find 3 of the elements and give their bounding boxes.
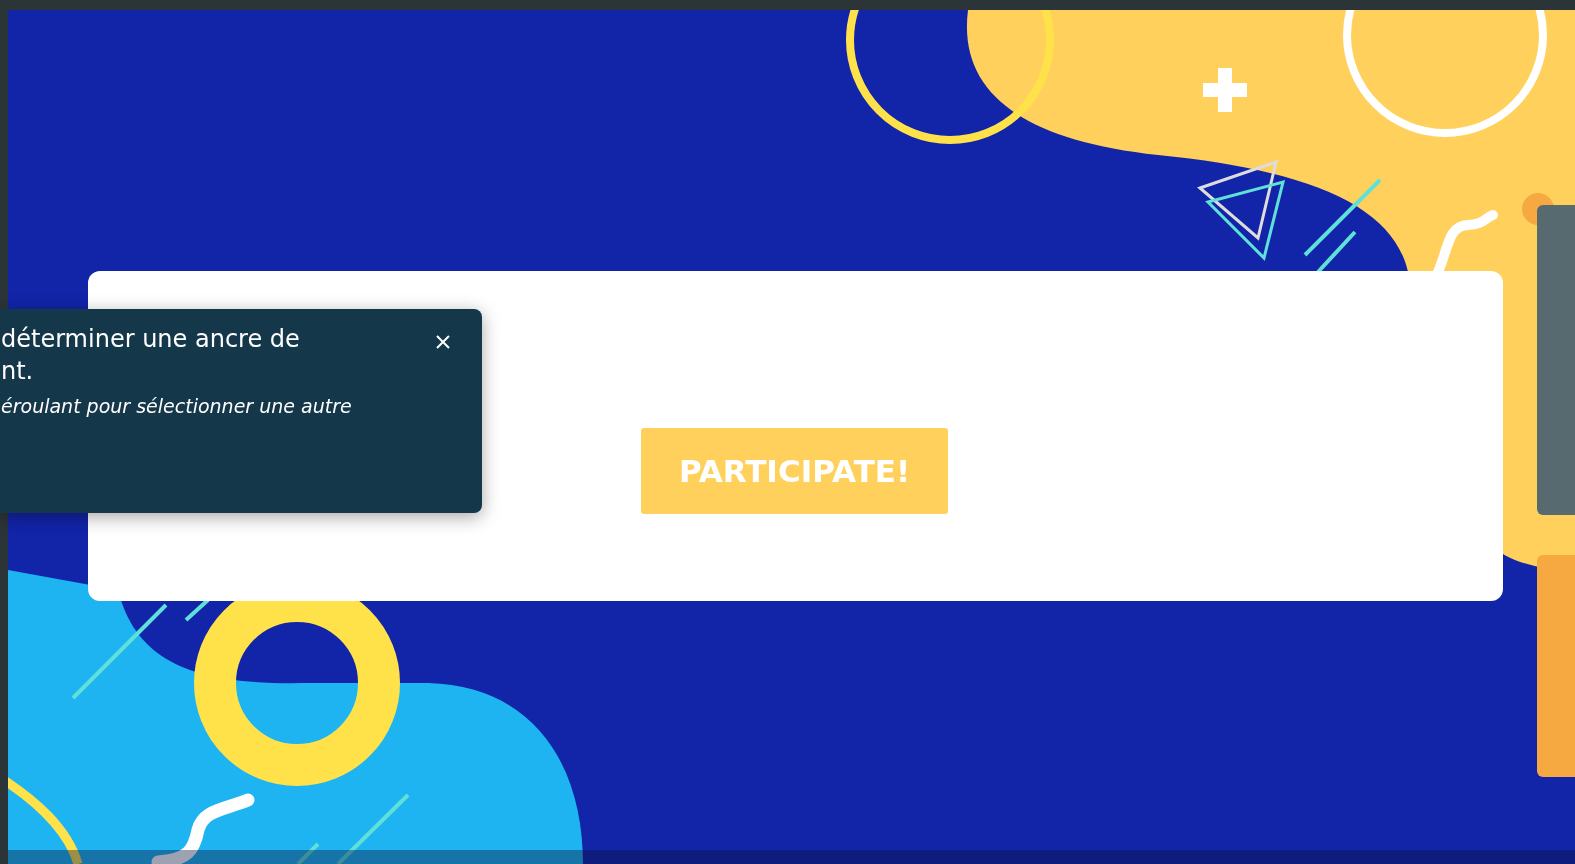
tooltip-text: éroulant pour sélectionner une autre <box>1 395 353 417</box>
participate-button[interactable]: PARTICIPATE! <box>641 428 948 514</box>
tooltip-title: déterminer une ancre de nt. <box>1 324 301 387</box>
